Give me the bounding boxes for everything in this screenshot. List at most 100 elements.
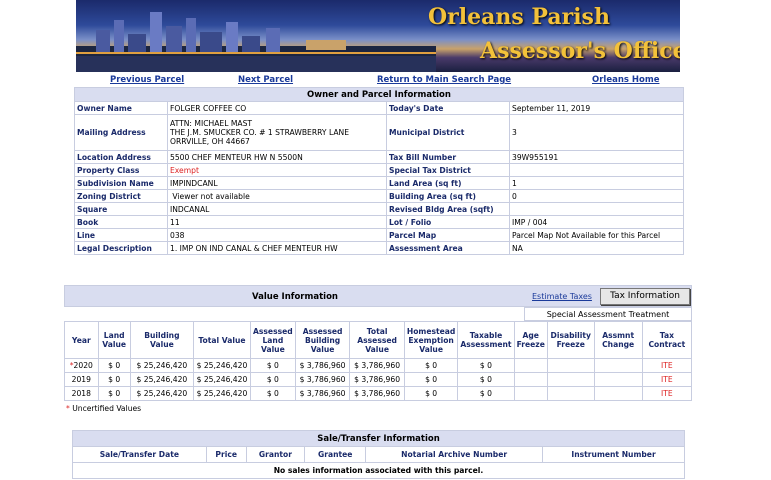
mailing-address-label: Mailing Address (74, 114, 168, 151)
value-row: *2020 $ 0 $ 25,246,420 $ 25,246,420 $ 0 $ 3,7… (64, 358, 693, 373)
sales-col-header: Sale/Transfer Date (72, 446, 207, 463)
sales-section-header: Sale/Transfer Information (72, 430, 685, 447)
value-cell: *2020 (64, 358, 99, 373)
lot-folio-label: Lot / Folio (386, 215, 510, 229)
lot-folio-value: IMP / 004 (509, 215, 684, 229)
parcel-nav: Previous Parcel Next Parcel Return to Ma… (76, 73, 680, 87)
main-search-link[interactable]: Return to Main Search Page (377, 75, 511, 85)
value-cell: $ 0 (97, 358, 131, 373)
subdivision-label: Subdivision Name (74, 176, 168, 190)
banner-title-line1: Orleans Parish (428, 4, 610, 30)
value-cell: $ 3,786,960 (349, 358, 405, 373)
value-cell: $ 0 (403, 372, 459, 387)
revised-bldg-value (509, 202, 684, 216)
owner-name-value: FOLGER COFFEE CO (167, 101, 387, 115)
orleans-home-link[interactable]: Orleans Home (592, 75, 659, 85)
value-cell (593, 358, 643, 373)
value-cell: $ 0 (97, 372, 131, 387)
value-cell: $ 3,786,960 (349, 372, 405, 387)
sales-col-header: Notarial Archive Number (365, 446, 544, 463)
value-cell: $ 3,786,960 (294, 372, 351, 387)
value-cell: $ 0 (457, 358, 515, 373)
special-tax-label: Special Tax District (386, 163, 510, 177)
property-class-label: Property Class (74, 163, 168, 177)
value-section-title: Value Information (252, 292, 338, 302)
land-area-label: Land Area (sq ft) (386, 176, 510, 190)
revised-bldg-label: Revised Bldg Area (sqft) (386, 202, 510, 216)
land-area-value: 1 (509, 176, 684, 190)
uncertified-note: * Uncertified Values (66, 404, 141, 413)
sales-col-header: Grantee (304, 446, 367, 463)
value-col-header: Assmnt Change (593, 321, 643, 359)
special-assessment-treatment-header: Special Assessment Treatment (524, 307, 692, 321)
value-cell: $ 25,246,420 (129, 358, 195, 373)
previous-parcel-link[interactable]: Previous Parcel (110, 75, 184, 85)
value-col-header: Total Assessed Value (349, 321, 405, 359)
next-parcel-link[interactable]: Next Parcel (238, 75, 293, 85)
banner-title-line2: Assessor's Office (480, 38, 680, 64)
assessment-area-value: NA (509, 241, 684, 255)
value-cell[interactable]: ITE (641, 372, 693, 387)
owner-section-header: Owner and Parcel Information (74, 87, 684, 102)
zoning-viewer-text[interactable]: Viewer not available (172, 192, 249, 201)
owner-parcel-table: Owner and Parcel Information Owner Name … (74, 87, 684, 255)
value-col-header: Assessed Building Value (294, 321, 351, 359)
square-label: Square (74, 202, 168, 216)
value-col-header: Disability Freeze (546, 321, 595, 359)
value-row: 2019 $ 0 $ 25,246,420 $ 25,246,420 $ 0 $ 3,78… (64, 372, 693, 387)
value-cell: $ 25,246,420 (129, 372, 195, 387)
value-section-header: Value Information Estimate Taxes Tax Inf… (64, 285, 692, 307)
special-tax-value (509, 163, 684, 177)
value-row: 2018 $ 0 $ 25,246,420 $ 25,246,420 $ 0 $ 3,78… (64, 386, 693, 401)
value-cell: $ 0 (249, 386, 296, 401)
sales-table: Sale/Transfer Information Sale/Transfer … (72, 430, 685, 479)
value-cell (546, 386, 595, 401)
value-cell[interactable]: ITE (641, 358, 693, 373)
value-col-header: Homestead Exemption Value (403, 321, 459, 359)
book-label: Book (74, 215, 168, 229)
zoning-label: Zoning District (74, 189, 168, 203)
assessment-area-label: Assessment Area (386, 241, 510, 255)
value-cell: $ 25,246,420 (193, 372, 251, 387)
value-cell: $ 0 (457, 372, 515, 387)
sales-col-header: Price (205, 446, 247, 463)
tax-information-button[interactable]: Tax Information (600, 288, 690, 305)
sales-col-header: Grantor (245, 446, 306, 463)
value-col-header: Land Value (97, 321, 131, 359)
tax-bill-value: 39W955191 (509, 150, 684, 164)
value-col-header: Building Value (129, 321, 195, 359)
parcel-map-value: Parcel Map Not Available for this Parcel (509, 228, 684, 242)
subdivision-value: IMPINDCANL (167, 176, 387, 190)
value-cell (593, 372, 643, 387)
value-cell: $ 25,246,420 (129, 386, 195, 401)
square-value: INDCANAL (167, 202, 387, 216)
building-area-label: Building Area (sq ft) (386, 189, 510, 203)
building-area-value: 0 (509, 189, 684, 203)
owner-name-label: Owner Name (74, 101, 168, 115)
value-cell (513, 372, 548, 387)
value-cell: $ 0 (403, 358, 459, 373)
value-cell (513, 386, 548, 401)
city-skyline-image (76, 12, 436, 72)
value-cell: 2018 (64, 386, 99, 401)
value-cell: $ 0 (97, 386, 131, 401)
estimate-taxes-link[interactable]: Estimate Taxes (532, 292, 592, 301)
value-col-header: Tax Contract (641, 321, 693, 359)
municipal-district-value: 3 (509, 114, 684, 151)
property-class-value: Exempt (167, 163, 387, 177)
mailing-address-value: ATTN: MICHAEL MAST THE J.M. SMUCKER CO. … (167, 114, 387, 151)
legal-description-label: Legal Description (74, 241, 168, 255)
value-cell: $ 25,246,420 (193, 386, 251, 401)
value-cell (513, 358, 548, 373)
value-col-header: Year (64, 321, 99, 359)
location-address-label: Location Address (74, 150, 168, 164)
value-cell: $ 3,786,960 (294, 386, 351, 401)
value-cell[interactable]: ITE (641, 386, 693, 401)
todays-date-value: September 11, 2019 (509, 101, 684, 115)
value-cell: $ 0 (403, 386, 459, 401)
value-cell (546, 358, 595, 373)
zoning-value: Viewer not available (167, 189, 387, 203)
value-cell: $ 3,786,960 (349, 386, 405, 401)
sales-col-header: Instrument Number (542, 446, 685, 463)
line-label: Line (74, 228, 168, 242)
